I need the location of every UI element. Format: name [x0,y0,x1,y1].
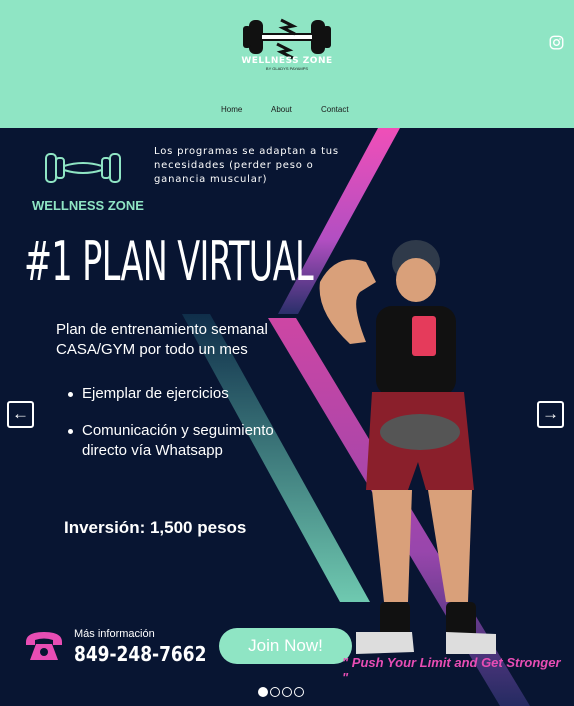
slide-dot-4[interactable] [294,687,304,697]
plan-description: Plan de entrenamiento semanal CASA/GYM p… [56,321,268,358]
wellness-zone-dumbbell-icon [45,153,121,183]
hero-slider: WELLNESS ZONE Los programas se adaptan a… [0,128,574,706]
plan-features: Ejemplar de ejercicios Comunicación y se… [68,384,308,478]
phone-number[interactable]: 849-248-7662 [74,642,206,666]
brand-name: WELLNESS ZONE [241,56,333,66]
phone-icon [26,632,62,660]
next-slide-button[interactable]: → [537,401,564,428]
site-header: WELLNESS ZONE BY GLADYS PAYAMPS Home Abo… [0,0,574,128]
slide-dot-3[interactable] [282,687,292,697]
tagline: Los programas se adaptan a tus necesidad… [154,146,339,185]
feature-item: Ejemplar de ejercicios [68,384,308,404]
prev-slide-button[interactable]: ← [7,401,34,428]
nav-contact[interactable]: Contact [321,105,349,114]
feature-item: Comunicación y seguimiento directo vía W… [68,421,308,461]
nav-home[interactable]: Home [221,105,242,114]
motto-quote: " Push Your Limit and Get Stronger " [342,655,561,685]
headline: #1 PLAN VIRTUAL [24,230,314,293]
join-now-button[interactable]: Join Now! [219,628,352,664]
instagram-icon[interactable] [549,35,564,50]
slide-indicators [258,684,306,697]
slide-dot-1[interactable] [258,687,268,697]
main-nav: Home About Contact [0,105,574,119]
brand-subtitle: BY GLADYS PAYAMPS [265,66,309,71]
contact-label: Más información [74,628,155,640]
price-text: Inversión: 1,500 pesos [64,518,247,537]
wellness-zone-label: WELLNESS ZONE [32,198,144,213]
slide-dot-2[interactable] [270,687,280,697]
nav-about[interactable]: About [271,105,292,114]
fitness-model-photo [319,240,496,654]
